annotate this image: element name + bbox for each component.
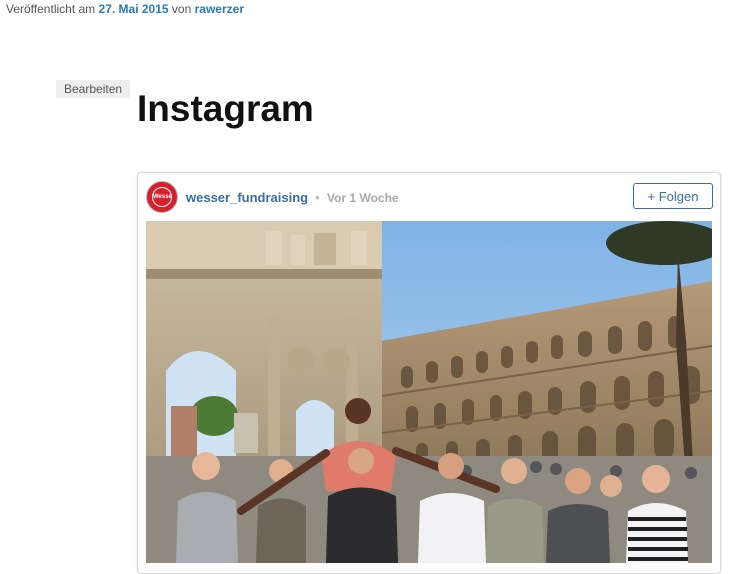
post-time: Vor 1 Woche — [327, 191, 399, 205]
page-title: Instagram — [137, 88, 314, 129]
instagram-photo[interactable] — [146, 221, 712, 563]
embed-header: Wesser wesser_fundraising • Vor 1 Woche … — [138, 173, 720, 221]
follow-button[interactable]: + Folgen — [633, 183, 713, 209]
post-meta-prefix: Veröffentlicht am — [6, 2, 96, 16]
instagram-embed: Wesser wesser_fundraising • Vor 1 Woche … — [137, 172, 721, 574]
username-link[interactable]: wesser_fundraising — [186, 190, 308, 205]
avatar[interactable]: Wesser — [146, 181, 178, 213]
separator-dot: • — [315, 190, 320, 205]
post-meta-by: von — [171, 2, 192, 16]
wesser-logo-icon: Wesser — [152, 187, 172, 207]
author-link[interactable]: rawerzer — [195, 2, 244, 16]
post-date-link[interactable]: 27. Mai 2015 — [99, 2, 169, 16]
edit-button[interactable]: Bearbeiten — [56, 80, 131, 98]
post-meta: Veröffentlicht am 27. Mai 2015 von rawer… — [6, 2, 244, 16]
rome-group-photo — [146, 221, 712, 563]
